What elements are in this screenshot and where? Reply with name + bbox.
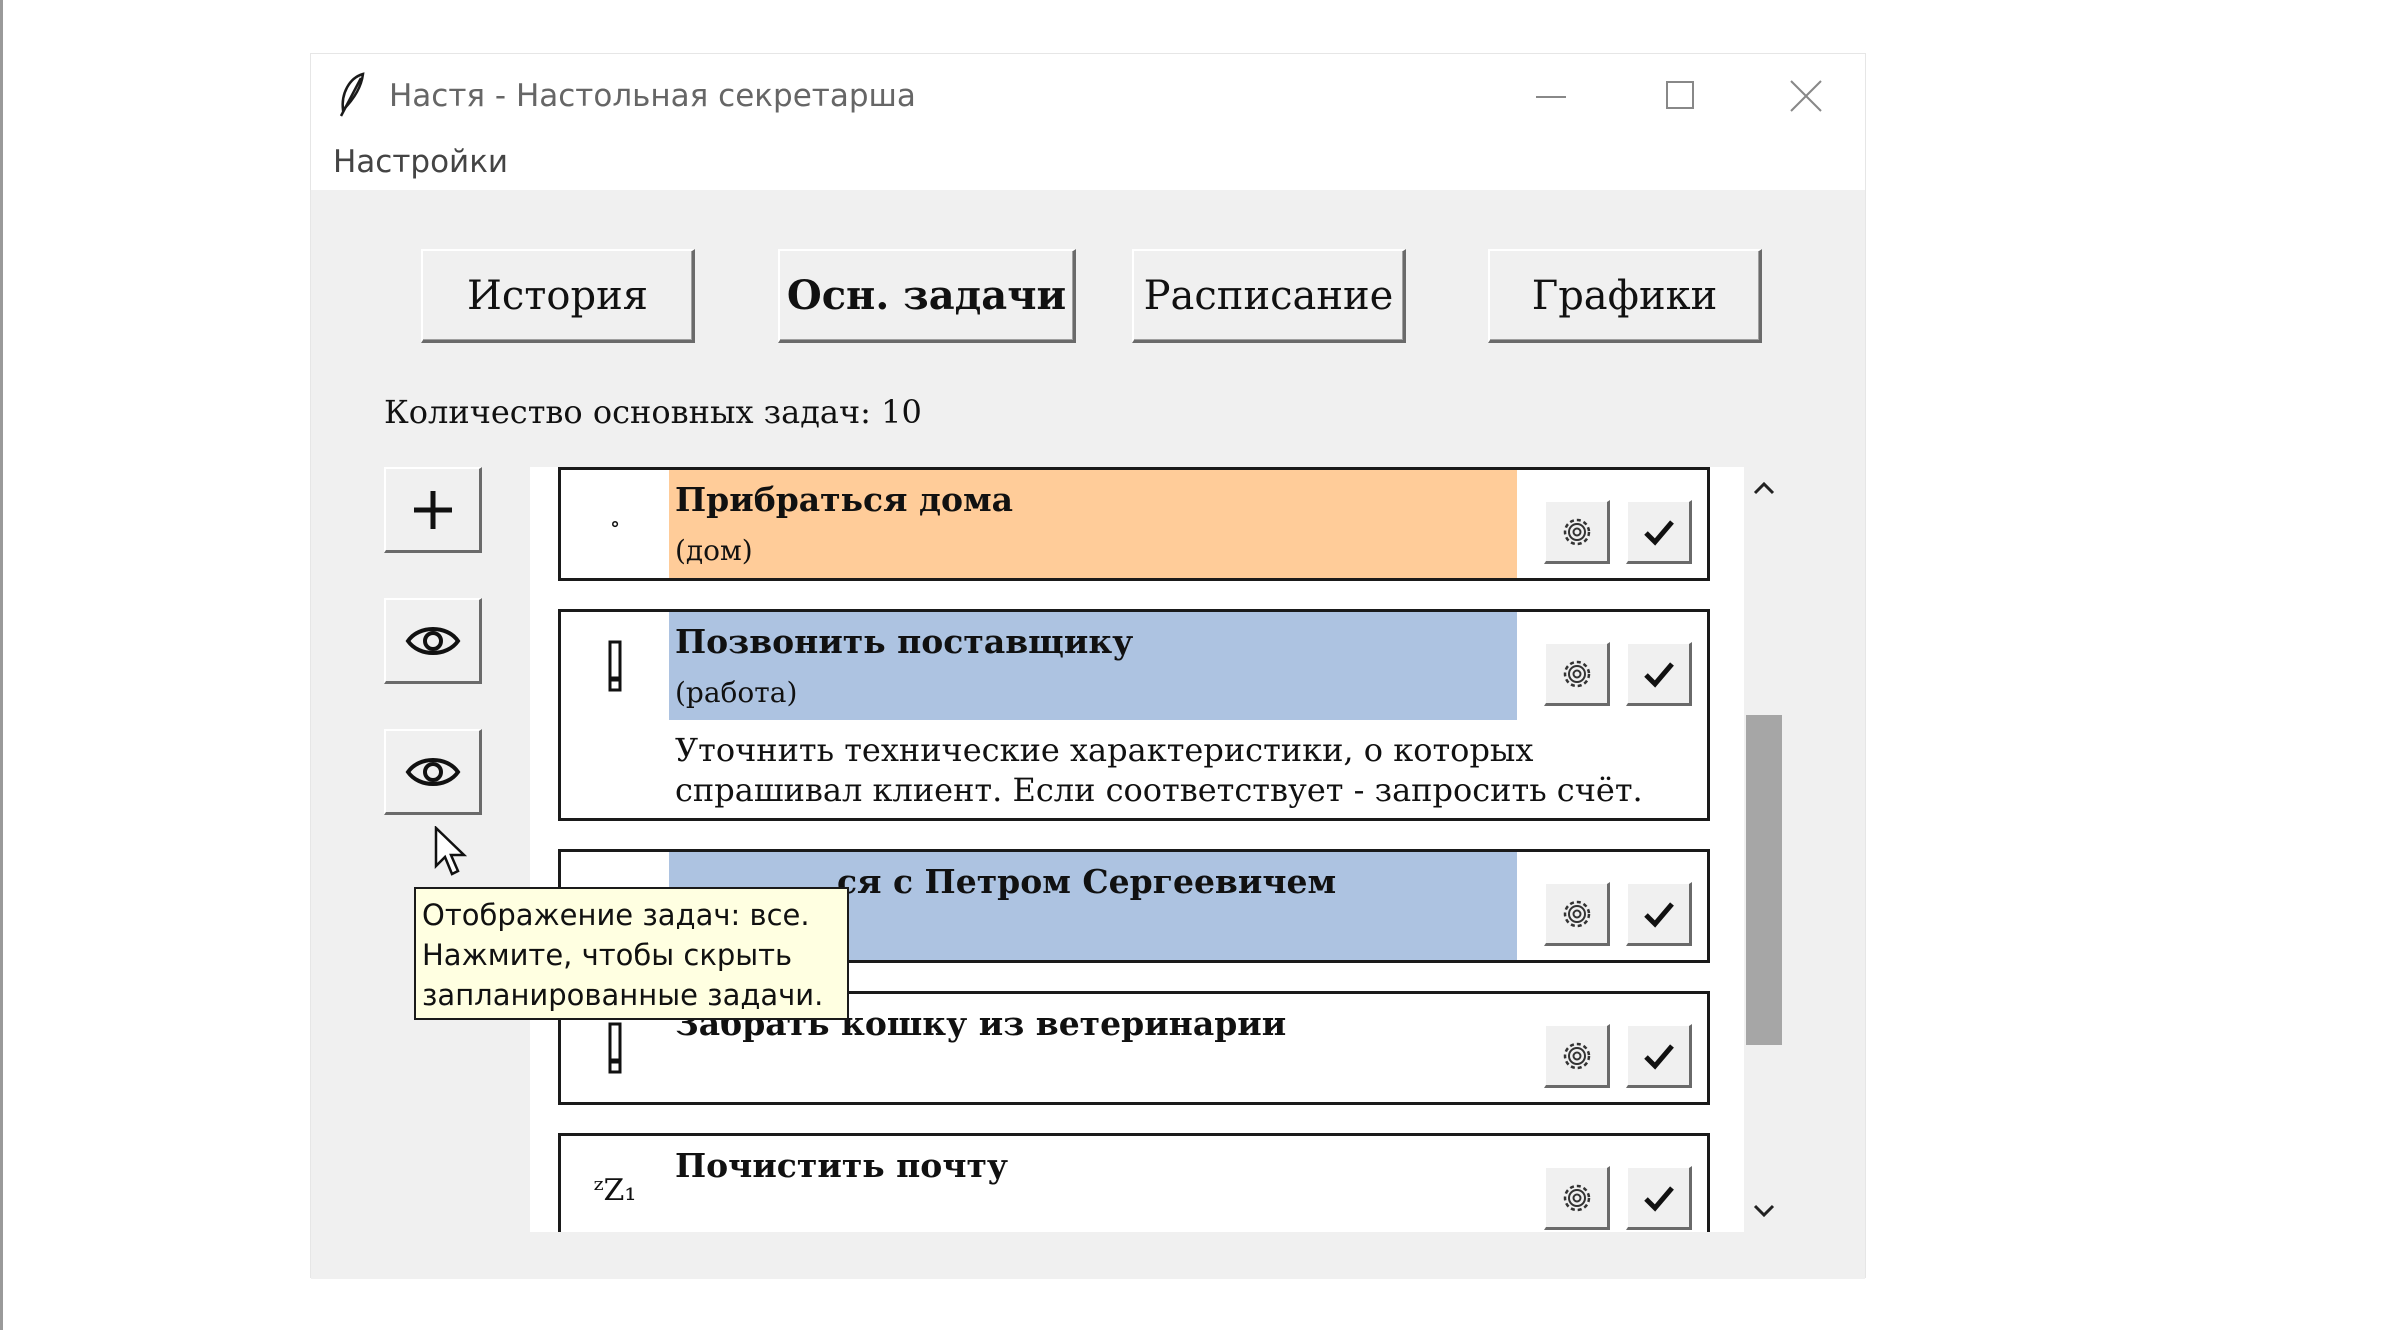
task-list: ∘ Прибраться дома (дом) Позвонить постав… — [530, 467, 1744, 1232]
small-circle-icon: ∘ — [609, 511, 621, 537]
title-bar[interactable]: Настя - Настольная секретарша — [311, 54, 1865, 138]
tab-schedule[interactable]: Расписание — [1132, 249, 1406, 343]
gear-icon — [1563, 1184, 1590, 1211]
task-complete-button[interactable] — [1626, 642, 1692, 706]
task-complete-button[interactable] — [1626, 500, 1692, 564]
checkmark-icon — [1643, 1043, 1674, 1070]
task-title: ся с Петром Сергеевичем — [837, 862, 1337, 901]
scroll-thumb[interactable] — [1746, 715, 1782, 1045]
minimize-button[interactable] — [1496, 54, 1606, 138]
app-window: Настя - Настольная секретарша Настройки … — [310, 53, 1866, 1279]
task-settings-button[interactable] — [1544, 882, 1610, 946]
checkmark-icon — [1643, 901, 1674, 928]
gear-icon — [1563, 900, 1590, 927]
tooltip-line: Нажмите, чтобы скрыть — [422, 938, 793, 972]
minimize-icon — [1536, 96, 1566, 98]
menu-bar: Настройки — [311, 138, 1865, 190]
task-complete-button[interactable] — [1626, 1166, 1692, 1230]
task-settings-button[interactable] — [1544, 1024, 1610, 1088]
task-count-label: Количество основных задач: 10 — [384, 393, 922, 431]
view-filter-button[interactable] — [384, 598, 482, 684]
scroll-up-button[interactable] — [1744, 467, 1784, 509]
eye-icon — [405, 757, 460, 786]
feather-icon — [339, 72, 365, 117]
tooltip-line: запланированные задачи. — [422, 978, 824, 1012]
gear-icon — [1563, 518, 1590, 545]
window-title: Настя - Настольная секретарша — [389, 78, 916, 114]
main-panel: История Осн. задачи Расписание Графики К… — [311, 190, 1865, 1279]
checkmark-icon — [1643, 1185, 1674, 1212]
maximize-button[interactable] — [1625, 54, 1735, 138]
exclamation-icon — [561, 612, 669, 720]
task-title: Прибраться дома — [675, 480, 1014, 519]
add-task-button[interactable] — [384, 467, 482, 553]
show-planned-toggle-button[interactable] — [384, 729, 482, 815]
checkmark-icon — [1643, 519, 1674, 546]
task-complete-button[interactable] — [1626, 882, 1692, 946]
checkmark-icon — [1643, 661, 1674, 688]
task-description: Уточнить технические характеристики, о к… — [675, 731, 1643, 809]
close-icon — [1790, 80, 1822, 112]
plus-icon — [413, 490, 452, 529]
tab-history[interactable]: История — [421, 249, 695, 343]
gear-icon — [1563, 1042, 1590, 1069]
gear-icon — [1563, 660, 1590, 687]
chevron-up-icon — [1753, 481, 1775, 495]
tooltip: Отображение задач: все. Нажмите, чтобы с… — [414, 887, 849, 1020]
task-card: Позвонить поставщику (работа) Уточнить т… — [558, 609, 1710, 821]
task-card: ∘ Прибраться дома (дом) — [558, 467, 1710, 581]
task-title: Почистить почту — [675, 1146, 1009, 1185]
task-complete-button[interactable] — [1626, 1024, 1692, 1088]
mouse-cursor-icon — [434, 826, 468, 876]
menu-settings[interactable]: Настройки — [333, 144, 508, 180]
desktop-edge — [0, 0, 3, 1330]
task-category: (работа) — [675, 676, 798, 709]
tab-main-tasks[interactable]: Осн. задачи — [778, 249, 1076, 343]
task-list-scrollbar[interactable] — [1744, 467, 1784, 1232]
task-title: Позвонить поставщику — [675, 622, 1134, 661]
task-settings-button[interactable] — [1544, 1166, 1610, 1230]
task-card: ᶻZ₁ Почистить почту — [558, 1133, 1710, 1232]
eye-icon — [405, 626, 460, 655]
tooltip-line: Отображение задач: все. — [422, 898, 810, 932]
scroll-down-button[interactable] — [1744, 1190, 1784, 1232]
maximize-icon — [1666, 81, 1694, 109]
close-button[interactable] — [1751, 54, 1861, 138]
chevron-down-icon — [1753, 1204, 1775, 1218]
sleep-zz-icon: ᶻZ₁ — [593, 1172, 637, 1208]
task-settings-button[interactable] — [1544, 642, 1610, 706]
tab-charts[interactable]: Графики — [1488, 249, 1762, 343]
task-settings-button[interactable] — [1544, 500, 1610, 564]
task-category: (дом) — [675, 534, 753, 567]
